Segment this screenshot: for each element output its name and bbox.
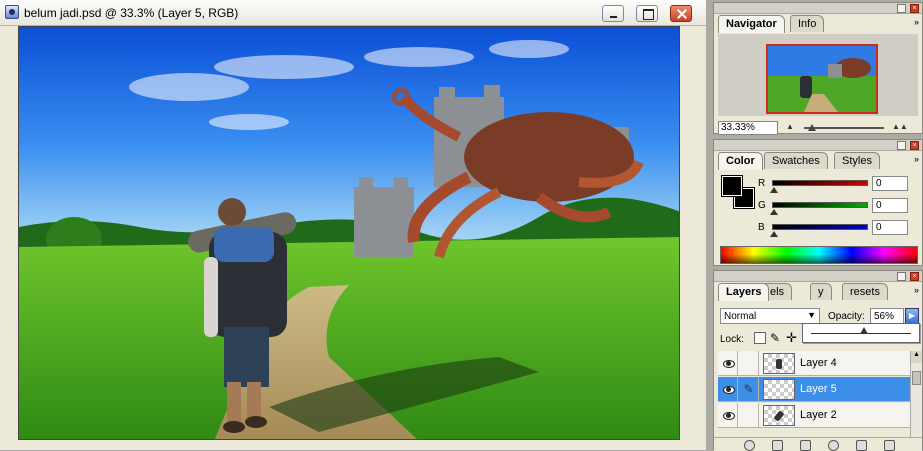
new-group-icon[interactable] bbox=[800, 440, 811, 451]
brush-icon[interactable]: ✎ bbox=[739, 377, 759, 402]
opacity-label: Opacity: bbox=[828, 311, 865, 322]
color-spectrum-ramp[interactable] bbox=[720, 246, 918, 264]
layers-palette: × resets y els Layers » Normal ▼ Opacity… bbox=[713, 270, 923, 451]
palette-minimize-button[interactable] bbox=[897, 272, 906, 281]
layers-footer-toolbar bbox=[714, 437, 922, 451]
palette-close-button[interactable]: × bbox=[910, 4, 919, 13]
document-title-bar[interactable]: belum jadi.psd @ 33.3% (Layer 5, RGB) bbox=[0, 0, 706, 26]
document-title: belum jadi.psd @ 33.3% (Layer 5, RGB) bbox=[24, 6, 239, 20]
tab-swatches[interactable]: Swatches bbox=[764, 152, 828, 169]
chevron-down-icon: ▼ bbox=[807, 310, 816, 320]
eye-icon[interactable] bbox=[718, 377, 738, 402]
navigator-thumbnail bbox=[768, 46, 876, 112]
channel-label-g: G bbox=[758, 200, 766, 211]
document-window: belum jadi.psd @ 33.3% (Layer 5, RGB) bbox=[0, 0, 706, 450]
lock-brush-icon[interactable]: ✎ bbox=[770, 331, 780, 345]
channel-value-b[interactable]: 0 bbox=[872, 220, 908, 235]
adjustment-layer-icon[interactable] bbox=[828, 440, 839, 451]
zoom-slider[interactable] bbox=[804, 127, 884, 129]
lock-label: Lock: bbox=[720, 334, 744, 345]
composite-image bbox=[19, 27, 679, 439]
add-mask-icon[interactable] bbox=[772, 440, 783, 451]
image-canvas[interactable] bbox=[18, 26, 680, 440]
eye-icon[interactable] bbox=[718, 351, 738, 376]
photoshop-doc-icon[interactable] bbox=[5, 5, 19, 19]
palette-close-button[interactable]: × bbox=[910, 272, 919, 281]
palette-menu-arrow-icon[interactable]: » bbox=[914, 17, 919, 27]
layer-row-selected[interactable]: ✎ Layer 5 bbox=[718, 377, 910, 402]
layer-link-cell[interactable] bbox=[739, 403, 759, 428]
layer-thumbnail bbox=[763, 353, 795, 374]
opacity-field[interactable]: 56% bbox=[870, 308, 904, 324]
navigator-preview-area bbox=[718, 34, 918, 116]
layer-link-cell[interactable] bbox=[739, 351, 759, 376]
lock-position-icon[interactable]: ✛ bbox=[786, 330, 797, 346]
blend-mode-value: Normal bbox=[724, 311, 757, 322]
zoom-out-icon[interactable]: ▲ bbox=[786, 122, 794, 131]
layer-name: Layer 2 bbox=[800, 409, 837, 421]
navigator-view-box[interactable] bbox=[766, 44, 878, 114]
palette-title-bar[interactable]: × bbox=[714, 271, 922, 282]
layer-row[interactable]: Layer 2 bbox=[718, 403, 910, 428]
scrollbar-thumb[interactable] bbox=[912, 371, 921, 385]
zoom-in-icon[interactable]: ▲▲ bbox=[892, 122, 908, 131]
channel-thumb-r[interactable] bbox=[770, 187, 778, 193]
opacity-slider-popup[interactable] bbox=[802, 323, 920, 343]
channel-value-r[interactable]: 0 bbox=[872, 176, 908, 191]
channel-slider-r[interactable] bbox=[772, 180, 868, 186]
palette-menu-arrow-icon[interactable]: » bbox=[914, 154, 919, 164]
tab-navigator[interactable]: Navigator bbox=[718, 15, 785, 33]
layers-scrollbar[interactable]: ▲ bbox=[910, 351, 922, 437]
layer-row[interactable]: Layer 4 bbox=[718, 351, 910, 376]
minimize-button[interactable] bbox=[602, 5, 624, 22]
zoom-field[interactable]: 33.33% bbox=[718, 121, 778, 135]
tab-history[interactable]: y bbox=[810, 283, 832, 300]
channel-label-b: B bbox=[758, 222, 765, 233]
tab-styles[interactable]: Styles bbox=[834, 152, 880, 169]
eye-icon[interactable] bbox=[718, 403, 738, 428]
color-palette: × Color Swatches Styles » R 0 G 0 B 0 bbox=[713, 139, 923, 266]
channel-value-g[interactable]: 0 bbox=[872, 198, 908, 213]
new-layer-icon[interactable] bbox=[856, 440, 867, 451]
palette-minimize-button[interactable] bbox=[897, 4, 906, 13]
palette-title-bar[interactable]: × bbox=[714, 3, 922, 14]
layer-name: Layer 5 bbox=[800, 383, 837, 395]
channel-label-r: R bbox=[758, 178, 766, 189]
layer-name: Layer 4 bbox=[800, 357, 837, 369]
tab-presets[interactable]: resets bbox=[842, 283, 888, 300]
trash-icon[interactable] bbox=[884, 440, 895, 451]
vertical-scroll-area[interactable] bbox=[690, 26, 706, 450]
channel-thumb-g[interactable] bbox=[770, 209, 778, 215]
layer-thumbnail bbox=[763, 379, 795, 400]
opacity-slider-thumb[interactable] bbox=[860, 327, 868, 334]
blend-mode-select[interactable]: Normal ▼ bbox=[720, 308, 820, 324]
tab-info[interactable]: Info bbox=[790, 15, 825, 32]
layer-style-icon[interactable] bbox=[744, 440, 755, 451]
maximize-button[interactable] bbox=[636, 5, 658, 22]
channel-thumb-b[interactable] bbox=[770, 231, 778, 237]
palette-minimize-button[interactable] bbox=[897, 141, 906, 150]
close-button[interactable] bbox=[670, 5, 692, 22]
palette-title-bar[interactable]: × bbox=[714, 140, 922, 151]
channel-slider-g[interactable] bbox=[772, 202, 868, 208]
horizontal-scroll-area[interactable] bbox=[0, 440, 690, 450]
tab-layers[interactable]: Layers bbox=[718, 283, 770, 301]
zoom-slider-thumb[interactable] bbox=[808, 124, 816, 131]
palette-close-button[interactable]: × bbox=[910, 141, 919, 150]
palette-menu-arrow-icon[interactable]: » bbox=[914, 285, 919, 295]
navigator-palette: × Navigator Info » 33.33% ▲ ▲▲ bbox=[713, 2, 923, 135]
scroll-up-arrow-icon[interactable]: ▲ bbox=[911, 351, 922, 363]
foreground-color-swatch[interactable] bbox=[721, 175, 743, 197]
tab-color[interactable]: Color bbox=[718, 152, 763, 170]
lock-transparency-icon[interactable] bbox=[754, 332, 766, 344]
layer-thumbnail bbox=[763, 405, 795, 426]
channel-slider-b[interactable] bbox=[772, 224, 868, 230]
opacity-slider-button[interactable]: ▶ bbox=[905, 308, 919, 324]
